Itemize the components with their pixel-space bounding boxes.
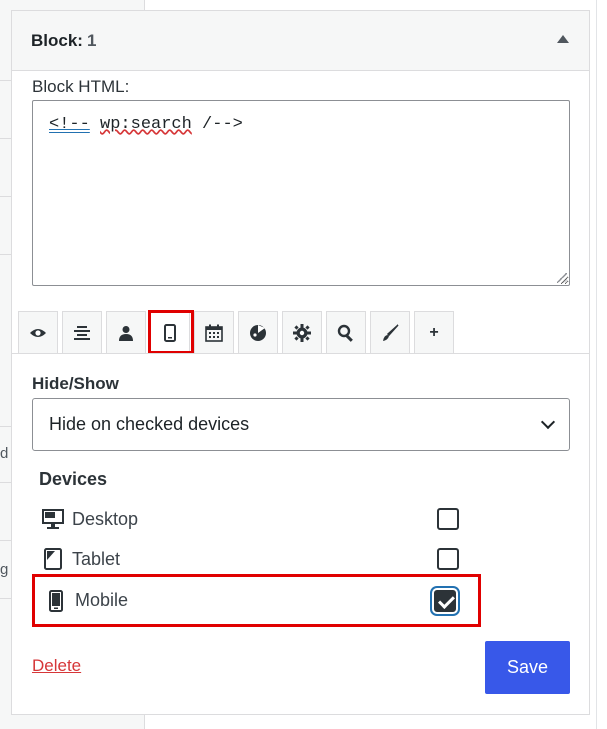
bg-divider: [596, 0, 597, 729]
tab-add[interactable]: +: [414, 311, 454, 353]
device-label: Desktop: [72, 508, 139, 529]
tab-settings[interactable]: [282, 311, 322, 353]
desktop-checkbox[interactable]: [437, 508, 459, 530]
device-label: Tablet: [72, 548, 121, 569]
block-number: 1: [86, 31, 97, 50]
delete-link[interactable]: Delete: [32, 656, 81, 676]
align-center-icon: [74, 325, 90, 340]
tablet-icon: [38, 548, 68, 570]
device-row-tablet: Tablet: [32, 539, 480, 579]
hide-show-label: Hide/Show: [32, 374, 119, 393]
search-icon: [337, 324, 353, 342]
tab-alignment[interactable]: [62, 311, 102, 353]
tabs-divider: [12, 353, 589, 354]
device-row-mobile: Mobile: [32, 574, 481, 627]
panel-header[interactable]: Block: 1: [12, 11, 589, 71]
html-block-name: wp:search: [100, 115, 192, 134]
desktop-icon: [38, 508, 68, 530]
palette-icon: [250, 324, 266, 341]
mobile-icon: [164, 323, 176, 342]
block-html-textarea[interactable]: <!-- wp:search /-->: [32, 100, 570, 286]
chevron-down-icon: [540, 414, 556, 430]
panel-title-label: Block:: [31, 31, 83, 50]
gear-icon: [293, 323, 311, 342]
tab-visibility[interactable]: [18, 311, 58, 353]
tab-style[interactable]: [238, 311, 278, 353]
save-button[interactable]: Save: [485, 641, 570, 694]
bg-text-fragment: g: [0, 561, 9, 578]
tab-schedule[interactable]: [194, 311, 234, 353]
block-settings-panel: Block:1 Block HTML: <!-- wp:search /-->: [11, 10, 590, 715]
panel-title: Block: 1: [31, 31, 96, 51]
device-row-desktop: Desktop: [32, 499, 480, 539]
user-icon: [119, 325, 133, 341]
settings-tabs: +: [18, 310, 458, 354]
tab-design[interactable]: [370, 311, 410, 353]
brush-icon: [383, 323, 399, 341]
plus-icon: +: [429, 323, 439, 341]
devices-title: Devices: [39, 469, 108, 489]
tab-user[interactable]: [106, 311, 146, 353]
calendar-icon: [205, 324, 223, 342]
resize-grip-icon[interactable]: [557, 273, 567, 283]
device-label: Mobile: [75, 590, 129, 610]
hide-show-selected-value: Hide on checked devices: [49, 414, 250, 434]
bg-text-fragment: d: [0, 445, 9, 462]
html-comment-close: /-->: [191, 115, 243, 134]
block-html-label: Block HTML:: [32, 77, 130, 96]
html-space: [90, 115, 100, 134]
mobile-icon: [41, 589, 71, 612]
mobile-checkbox[interactable]: [434, 589, 456, 612]
eye-icon: [30, 328, 46, 337]
html-comment-open: <!--: [49, 115, 90, 134]
tablet-checkbox[interactable]: [437, 548, 459, 570]
tab-devices[interactable]: [148, 310, 194, 354]
collapse-triangle-icon[interactable]: [557, 35, 569, 43]
tab-search[interactable]: [326, 311, 366, 353]
hide-show-select[interactable]: Hide on checked devices: [32, 398, 570, 451]
